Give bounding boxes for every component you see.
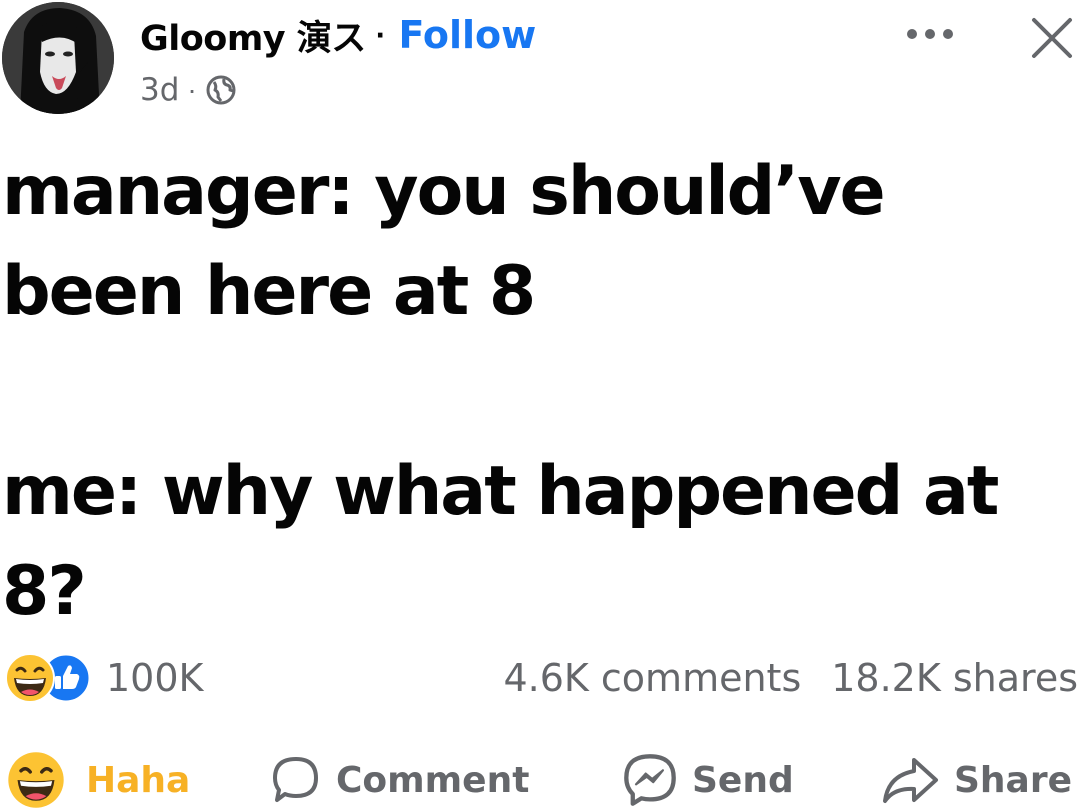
share-label: Share xyxy=(954,759,1073,801)
comments-count[interactable]: 4.6K comments xyxy=(503,656,801,700)
comment-button[interactable]: Comment xyxy=(270,750,529,808)
haha-icon xyxy=(8,752,64,808)
reaction-icons xyxy=(0,650,96,706)
more-horizontal-icon xyxy=(907,29,953,39)
messenger-icon xyxy=(624,754,676,806)
meta-separator: · xyxy=(187,74,197,105)
avatar[interactable] xyxy=(2,2,114,114)
close-button[interactable] xyxy=(1026,12,1078,64)
post-line: been here at 8 xyxy=(2,252,536,331)
follow-button[interactable]: Follow xyxy=(398,13,536,57)
author-name[interactable]: Gloomy 演ス xyxy=(140,10,366,61)
post-line: me: why what happened at xyxy=(2,452,999,531)
close-icon xyxy=(1032,18,1072,58)
post-blank-line xyxy=(2,342,1062,442)
share-icon xyxy=(883,758,938,803)
post-line: manager: you should’ve xyxy=(2,152,886,231)
engagement-counts: 4.6K comments 18.2K shares xyxy=(503,648,1078,708)
send-button[interactable]: Send xyxy=(622,750,794,808)
comment-icon xyxy=(273,757,318,802)
post-line: 8? xyxy=(2,552,87,631)
haha-reaction-button[interactable]: Haha xyxy=(6,750,190,808)
post-body: manager: you should’ve been here at 8 me… xyxy=(2,142,1062,642)
haha-label: Haha xyxy=(86,759,191,801)
post-meta: 3d · xyxy=(140,68,237,112)
reactions-summary[interactable]: 100K xyxy=(0,648,203,708)
action-bar: Haha Comment Send Share xyxy=(0,750,1080,808)
post-timestamp[interactable]: 3d xyxy=(140,72,179,108)
haha-reaction-icon xyxy=(4,652,56,709)
globe-icon[interactable] xyxy=(205,74,237,106)
author-separator: · xyxy=(375,16,387,53)
reaction-count[interactable]: 100K xyxy=(106,656,203,700)
share-button[interactable]: Share xyxy=(880,750,1072,808)
author-line: Gloomy 演ス · Follow xyxy=(140,10,536,60)
more-options-button[interactable] xyxy=(900,12,960,56)
shares-count[interactable]: 18.2K shares xyxy=(831,656,1078,700)
send-label: Send xyxy=(692,759,794,801)
comment-label: Comment xyxy=(336,759,530,801)
